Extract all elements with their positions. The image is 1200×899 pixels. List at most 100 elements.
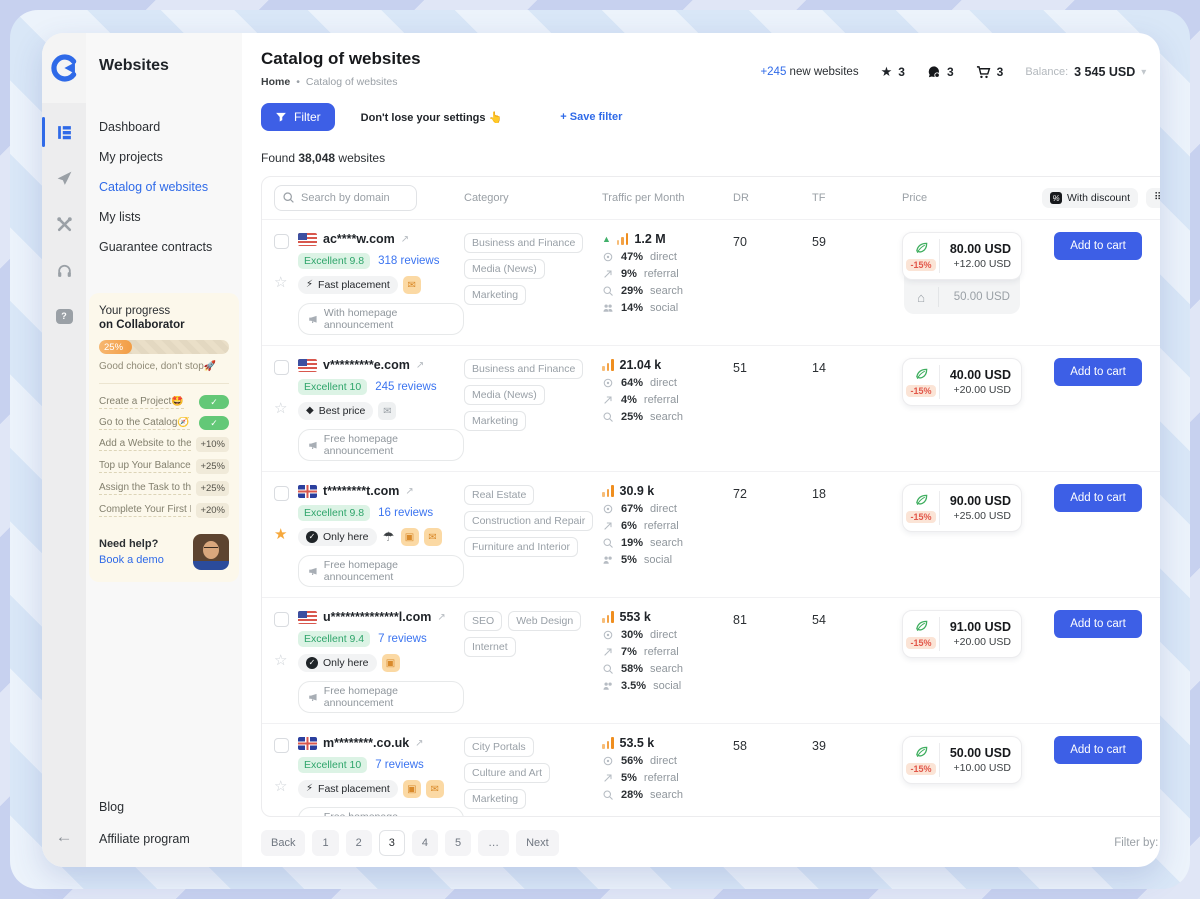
cart-counter[interactable]: 3 — [976, 65, 1004, 80]
sensitive-topics-filter-chip[interactable]: ⠿ Sensitive topics — [1146, 188, 1160, 208]
favorite-star-icon[interactable]: ☆ — [274, 653, 287, 668]
task-label[interactable]: Add a Website to the C... — [99, 438, 191, 451]
category-chip: City Portals — [464, 737, 534, 757]
row-checkbox[interactable] — [274, 360, 289, 375]
task-done-check[interactable]: ✓ — [199, 395, 229, 409]
task-label[interactable]: Create a Project🤩 — [99, 396, 184, 409]
need-help-text: Need help? — [99, 538, 164, 550]
pagination-page-4[interactable]: 4 — [412, 830, 438, 856]
domain-link[interactable]: v*********e.com — [323, 358, 410, 372]
domain-link[interactable]: u**************l.com — [323, 610, 431, 624]
messages-counter[interactable]: 3 — [927, 65, 954, 79]
sidebar-item-catalog[interactable]: Catalog of websites — [99, 177, 242, 197]
favorite-star-icon[interactable]: ☆ — [274, 401, 287, 416]
rail-item-help[interactable]: ? — [47, 299, 81, 333]
sidebar-link-affiliate[interactable]: Affiliate program — [99, 829, 242, 849]
collapse-sidebar-arrow-icon[interactable]: ← — [56, 827, 73, 847]
search-input[interactable] — [274, 185, 417, 211]
task-label[interactable]: Complete Your First De... — [99, 504, 191, 517]
save-filter-link[interactable]: + Save filter — [560, 111, 622, 123]
external-link-icon[interactable]: ↗ — [415, 738, 423, 749]
traffic-referral: 5%referral — [602, 772, 733, 784]
reviews-link[interactable]: 7 reviews — [378, 633, 427, 645]
domain-link[interactable]: ac****w.com — [323, 232, 395, 246]
price-main: 50.00 USD — [940, 746, 1011, 760]
traffic-value: 553 k — [620, 610, 651, 624]
rail-item-websites[interactable] — [47, 115, 81, 149]
pagination-next-button[interactable]: Next — [516, 830, 559, 856]
tools-icon — [56, 216, 73, 233]
task-done-check[interactable]: ✓ — [199, 416, 229, 430]
target-icon — [602, 755, 614, 767]
homepage-price: ⌂ 50.00 USD — [904, 274, 1020, 314]
favorite-star-icon[interactable]: ★ — [274, 527, 287, 542]
pagination-page-1[interactable]: 1 — [312, 830, 338, 856]
table-row: ☆ v*********e.com ↗ Excellent 10 245 rev… — [262, 345, 1160, 471]
with-discount-filter-chip[interactable]: % With discount — [1042, 188, 1138, 208]
add-to-cart-button[interactable]: Add to cart — [1054, 358, 1142, 386]
pagination-back-button[interactable]: Back — [261, 830, 305, 856]
row-checkbox[interactable] — [274, 486, 289, 501]
logo[interactable] — [42, 33, 86, 103]
add-to-cart-button[interactable]: Add to cart — [1054, 232, 1142, 260]
add-to-cart-button[interactable]: Add to cart — [1054, 610, 1142, 638]
table-row: ☆ m********.co.uk ↗ Excellent 10 7 revie… — [262, 723, 1160, 817]
traffic-cell: 21.04 k 64%direct 4%referral 25%search — [602, 358, 733, 423]
favorite-star-icon[interactable]: ☆ — [274, 779, 287, 794]
icon-rail: ? ← — [42, 33, 86, 867]
favorite-star-icon[interactable]: ☆ — [274, 275, 287, 290]
category-chip: Marketing — [464, 789, 526, 809]
sidebar-item-guarantee-contracts[interactable]: Guarantee contracts — [99, 237, 242, 257]
favorites-counter[interactable]: ★ 3 — [881, 64, 905, 80]
row-checkbox[interactable] — [274, 612, 289, 627]
task-label[interactable]: Go to the Catalog🧭 — [99, 417, 190, 430]
domain-link[interactable]: t********t.com — [323, 484, 399, 498]
balance[interactable]: Balance: 3 545 USD ▾ — [1025, 65, 1146, 79]
external-link-icon[interactable]: ↗ — [401, 234, 409, 245]
filter-button[interactable]: Filter — [261, 103, 335, 131]
add-to-cart-button[interactable]: Add to cart — [1054, 484, 1142, 512]
badge-icon: ⚡ — [306, 784, 313, 794]
task-label[interactable]: Assign the Task to the ... — [99, 482, 191, 495]
reviews-link[interactable]: 318 reviews — [378, 255, 439, 267]
rail-item-support[interactable] — [47, 253, 81, 287]
feature-badge: ◆Best price — [298, 402, 373, 420]
external-link-icon[interactable]: ↗ — [405, 486, 413, 497]
app-window: ? ← Websites Dashboard My projects Catal… — [42, 33, 1160, 867]
progress-bar-fill: 25% — [99, 340, 132, 354]
external-link-icon[interactable]: ↗ — [437, 612, 445, 623]
reviews-link[interactable]: 245 reviews — [375, 381, 436, 393]
pagination-ellipsis[interactable]: … — [478, 830, 509, 856]
reviews-link[interactable]: 16 reviews — [378, 507, 433, 519]
people-icon — [602, 554, 614, 566]
column-header-tf: TF — [812, 192, 902, 204]
pagination-page-2[interactable]: 2 — [346, 830, 372, 856]
row-checkbox[interactable] — [274, 234, 289, 249]
pagination-page-3-active[interactable]: 3 — [379, 830, 405, 856]
rail-item-tools[interactable] — [47, 207, 81, 241]
task-label[interactable]: Top up Your Balance💰 — [99, 460, 191, 473]
book-demo-link[interactable]: Book a demo — [99, 554, 164, 566]
trend-up-icon: ▲ — [602, 234, 611, 244]
sidebar-item-my-lists[interactable]: My lists — [99, 207, 242, 227]
sidebar-link-blog[interactable]: Blog — [99, 797, 242, 817]
breadcrumb-home[interactable]: Home — [261, 76, 290, 88]
results-count: Found 38,048 websites — [261, 151, 385, 165]
traffic-direct: 56%direct — [602, 755, 733, 767]
external-link-icon[interactable]: ↗ — [416, 360, 424, 371]
sidebar: Websites Dashboard My projects Catalog o… — [86, 33, 242, 867]
row-checkbox[interactable] — [274, 738, 289, 753]
rail-item-outreach[interactable] — [47, 161, 81, 195]
traffic-direct: 47%direct — [602, 251, 733, 263]
category-chip: Marketing — [464, 411, 526, 431]
target-icon — [602, 251, 614, 263]
traffic-direct: 30%direct — [602, 629, 733, 641]
pagination-page-5[interactable]: 5 — [445, 830, 471, 856]
sidebar-item-my-projects[interactable]: My projects — [99, 147, 242, 167]
domain-link[interactable]: m********.co.uk — [323, 736, 409, 750]
category-chip: Internet — [464, 637, 516, 657]
chevron-down-icon[interactable]: ▾ — [1141, 67, 1146, 78]
sidebar-item-dashboard[interactable]: Dashboard — [99, 117, 242, 137]
reviews-link[interactable]: 7 reviews — [375, 759, 424, 771]
add-to-cart-button[interactable]: Add to cart — [1054, 736, 1142, 764]
